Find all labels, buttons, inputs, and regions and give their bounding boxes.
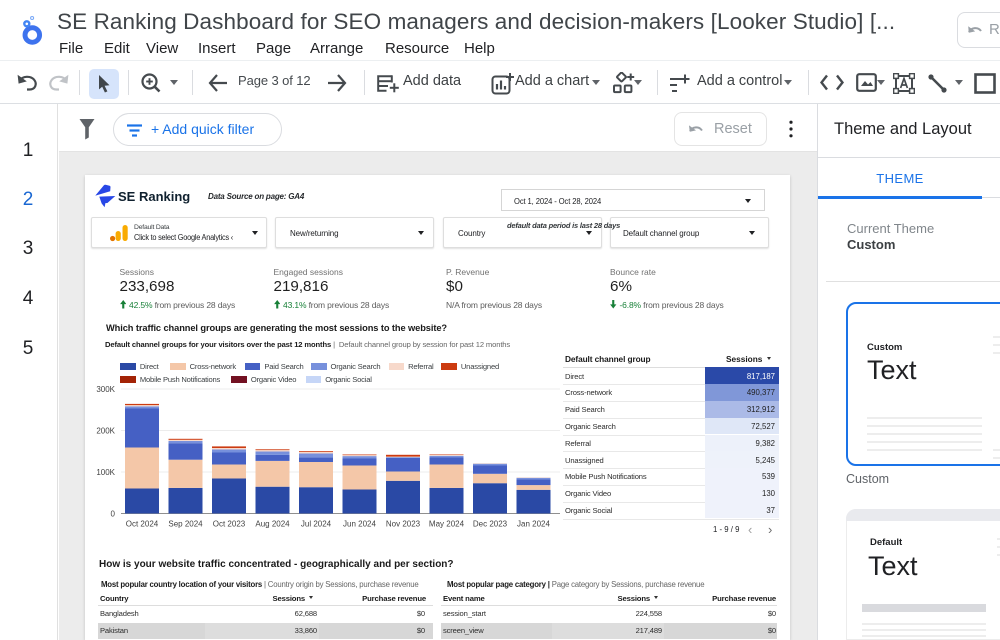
svg-text:Jul 2024: Jul 2024 [301, 520, 332, 529]
svg-text:300K: 300K [96, 385, 115, 394]
svg-text:Sep 2024: Sep 2024 [168, 520, 203, 529]
svg-text:Jan 2024: Jan 2024 [517, 520, 550, 529]
svg-text:200K: 200K [96, 426, 115, 435]
svg-text:Aug 2024: Aug 2024 [255, 520, 290, 529]
svg-text:100K: 100K [96, 468, 115, 477]
svg-text:Oct 2024: Oct 2024 [126, 520, 159, 529]
svg-text:Oct 2023: Oct 2023 [213, 520, 246, 529]
svg-text:Jun 2024: Jun 2024 [343, 520, 376, 529]
svg-text:Nov 2023: Nov 2023 [386, 520, 421, 529]
svg-text:0: 0 [111, 509, 116, 518]
svg-text:Dec 2023: Dec 2023 [473, 520, 508, 529]
svg-text:May 2024: May 2024 [429, 520, 465, 529]
